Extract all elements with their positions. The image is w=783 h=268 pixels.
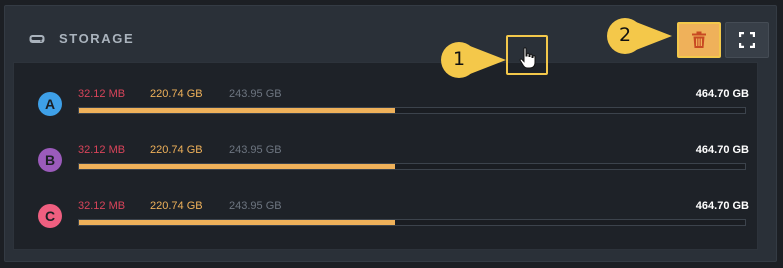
total-value: 464.70 GB: [695, 88, 749, 100]
total-value: 464.70 GB: [695, 200, 749, 212]
usage-bar: [78, 163, 746, 170]
page: STORAGE A 32.12 MB 220.74 GB 243.95 GB 4…: [0, 0, 783, 268]
callout-marker: [441, 42, 506, 78]
usage-bar-fill: [79, 220, 396, 225]
pointer-hand-icon: [519, 47, 536, 69]
fullscreen-icon: [739, 32, 755, 48]
used-value: 32.12 MB: [78, 200, 126, 212]
callout-number: 1: [453, 48, 466, 70]
allocated-value: 220.74 GB: [150, 88, 203, 100]
drive-badge: B: [38, 148, 62, 172]
drive-badge: C: [38, 204, 62, 228]
allocated-value: 220.74 GB: [150, 200, 203, 212]
used-value: 32.12 MB: [78, 88, 126, 100]
fullscreen-button[interactable]: [725, 22, 769, 58]
drive-badge: A: [38, 92, 62, 116]
hdd-icon: [29, 35, 45, 43]
panel-title: STORAGE: [59, 31, 135, 46]
hover-highlight: [506, 35, 548, 75]
trash-icon: [692, 31, 706, 48]
used-value: 32.12 MB: [78, 144, 126, 156]
usage-bar-fill: [79, 164, 396, 169]
drive-row: B 32.12 MB 220.74 GB 243.95 GB 464.70 GB: [14, 137, 757, 177]
free-value: 243.95 GB: [229, 88, 282, 100]
drive-row: A 32.12 MB 220.74 GB 243.95 GB 464.70 GB: [14, 81, 757, 121]
callout-number: 2: [619, 24, 632, 46]
total-value: 464.70 GB: [695, 144, 749, 156]
usage-bar: [78, 219, 746, 226]
usage-bar-fill: [79, 108, 396, 113]
drive-row: C 32.12 MB 220.74 GB 243.95 GB 464.70 GB: [14, 193, 757, 233]
usage-bar: [78, 107, 746, 114]
allocated-value: 220.74 GB: [150, 144, 203, 156]
free-value: 243.95 GB: [229, 200, 282, 212]
free-value: 243.95 GB: [229, 144, 282, 156]
drives-list: A 32.12 MB 220.74 GB 243.95 GB 464.70 GB…: [13, 62, 758, 250]
callout-marker: [607, 18, 672, 54]
delete-button[interactable]: [677, 22, 721, 58]
